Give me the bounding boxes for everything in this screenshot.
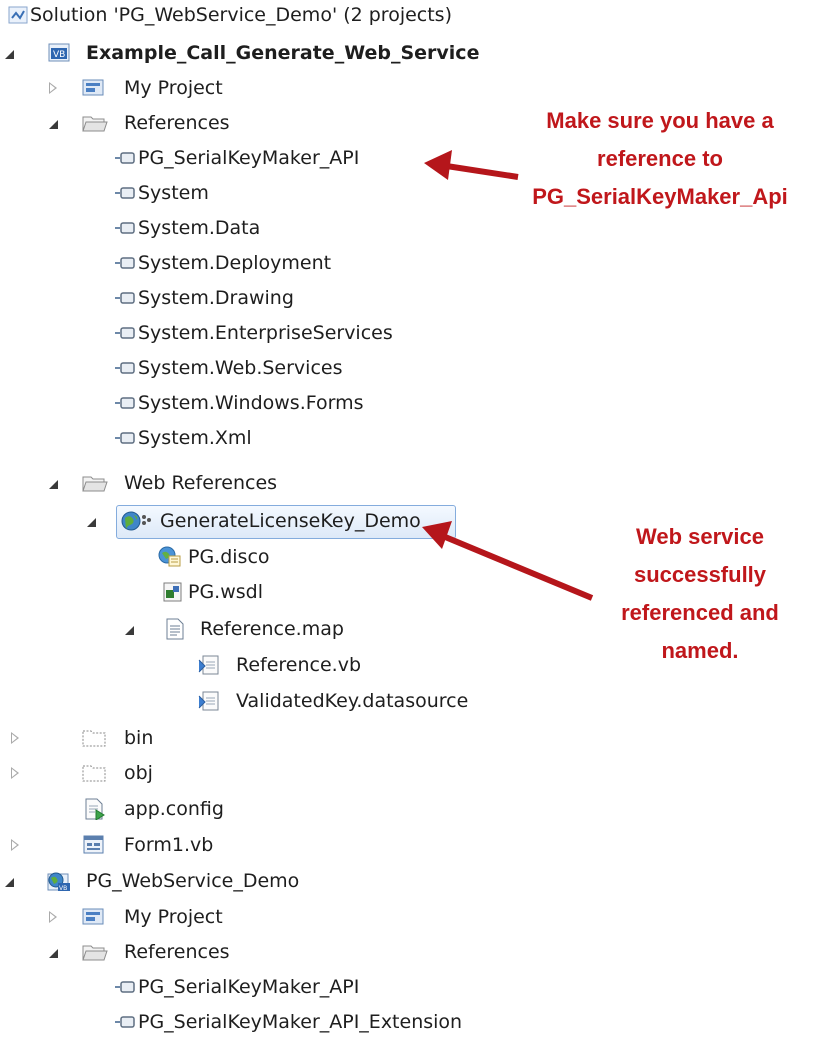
arrow-to-web-service <box>422 521 594 601</box>
annotation-arrows <box>422 150 594 601</box>
arrow-to-reference <box>424 150 519 180</box>
